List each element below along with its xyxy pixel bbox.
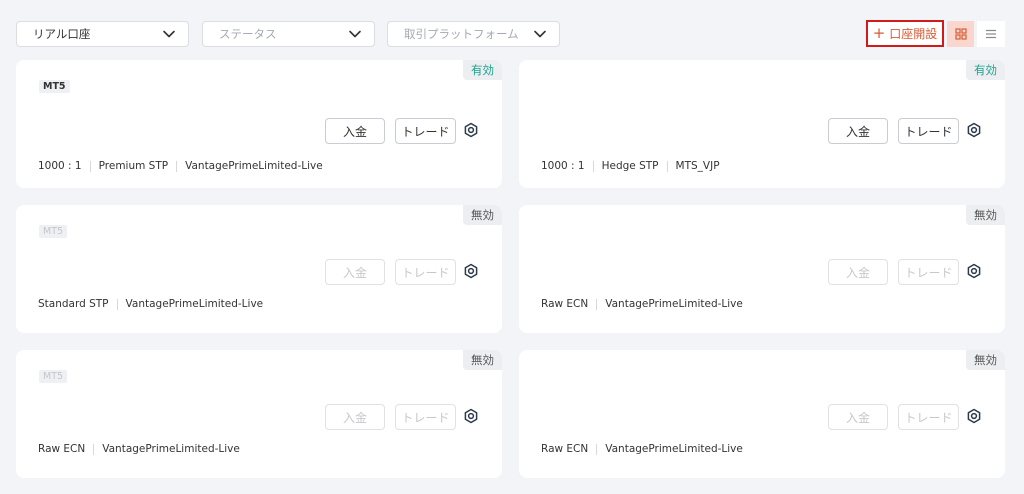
divider — [89, 160, 91, 172]
leverage: 1000 : 1 — [541, 160, 585, 172]
divider — [176, 160, 178, 172]
gear-icon[interactable] — [463, 122, 479, 138]
status-badge: 無効 — [966, 350, 1005, 370]
open-account-button[interactable]: + 口座開設 — [866, 20, 944, 47]
server-name: VantagePrimeLimited-Live — [605, 298, 743, 310]
grid-icon — [954, 28, 967, 40]
gear-icon[interactable] — [463, 408, 479, 424]
deposit-button[interactable]: 入金 — [325, 404, 385, 430]
account-card: 有効 入金 トレード 1000 : 1 Hedge STP MTS_VJP — [519, 60, 1005, 188]
account-type: Raw ECN — [38, 443, 86, 455]
account-meta: Raw ECN VantagePrimeLimited-Live — [541, 298, 743, 310]
deposit-button[interactable]: 入金 — [828, 118, 888, 144]
grid-view-toggle[interactable] — [947, 21, 974, 47]
divider — [116, 298, 118, 310]
gear-icon[interactable] — [966, 408, 982, 424]
status-badge: 無効 — [966, 205, 1005, 225]
deposit-button[interactable]: 入金 — [325, 118, 385, 144]
deposit-button[interactable]: 入金 — [325, 259, 385, 285]
platform-placeholder: 取引プラットフォーム — [404, 27, 519, 41]
account-card: 無効 入金 トレード Raw ECN VantagePrimeLimited-L… — [519, 350, 1005, 478]
open-account-label: 口座開設 — [889, 27, 938, 41]
trade-button[interactable]: トレード — [395, 118, 456, 144]
server-name: VantagePrimeLimited-Live — [102, 443, 240, 455]
account-type: Premium STP — [98, 160, 169, 172]
gear-icon[interactable] — [463, 263, 479, 279]
leverage: 1000 : 1 — [38, 160, 82, 172]
platform-tag: MT5 — [39, 80, 70, 93]
chevron-down-icon — [534, 30, 546, 38]
list-icon — [986, 29, 996, 39]
chevron-down-icon — [163, 30, 175, 38]
divider — [596, 443, 598, 455]
trade-button[interactable]: トレード — [898, 118, 959, 144]
account-meta: Raw ECN VantagePrimeLimited-Live — [541, 443, 743, 455]
account-type: Hedge STP — [601, 160, 659, 172]
trade-button[interactable]: トレード — [395, 404, 456, 430]
account-meta: 1000 : 1 Hedge STP MTS_VJP — [541, 160, 720, 172]
trade-button[interactable]: トレード — [395, 259, 456, 285]
account-card: 無効 入金 トレード Raw ECN VantagePrimeLimited-L… — [519, 205, 1005, 333]
account-meta: Standard STP VantagePrimeLimited-Live — [38, 298, 263, 310]
server-name: VantagePrimeLimited-Live — [185, 160, 323, 172]
gear-icon[interactable] — [966, 263, 982, 279]
status-badge: 無効 — [463, 350, 502, 370]
divider — [93, 443, 95, 455]
divider — [592, 160, 594, 172]
server-name: MTS_VJP — [675, 160, 720, 172]
account-card: 有効 MT5 入金 トレード 1000 : 1 Premium STP Vant… — [16, 60, 502, 188]
deposit-button[interactable]: 入金 — [828, 259, 888, 285]
divider — [666, 160, 668, 172]
account-type: Raw ECN — [541, 298, 589, 310]
status-badge: 有効 — [966, 60, 1005, 80]
status-badge: 有効 — [463, 60, 502, 80]
status-placeholder: ステータス — [219, 27, 277, 41]
account-type-value: リアル口座 — [33, 27, 91, 41]
status-badge: 無効 — [463, 205, 502, 225]
plus-icon: + — [872, 24, 886, 42]
platform-tag: MT5 — [39, 225, 68, 238]
deposit-button[interactable]: 入金 — [828, 404, 888, 430]
divider — [596, 298, 598, 310]
trade-button[interactable]: トレード — [898, 259, 959, 285]
server-name: VantagePrimeLimited-Live — [125, 298, 264, 310]
account-type-select[interactable]: リアル口座 — [16, 21, 189, 47]
list-view-toggle[interactable] — [977, 21, 1005, 47]
account-meta: 1000 : 1 Premium STP VantagePrimeLimited… — [38, 160, 323, 172]
account-type: Raw ECN — [541, 443, 589, 455]
account-meta: Raw ECN VantagePrimeLimited-Live — [38, 443, 240, 455]
trade-button[interactable]: トレード — [898, 404, 959, 430]
platform-select[interactable]: 取引プラットフォーム — [387, 21, 560, 47]
account-card: 無効 MT5 入金 トレード Raw ECN VantagePrimeLimit… — [16, 350, 502, 478]
chevron-down-icon — [349, 30, 361, 38]
gear-icon[interactable] — [966, 122, 982, 138]
platform-tag: MT5 — [39, 370, 68, 383]
server-name: VantagePrimeLimited-Live — [605, 443, 743, 455]
status-select[interactable]: ステータス — [202, 21, 375, 47]
account-card: 無効 MT5 入金 トレード Standard STP VantagePrime… — [16, 205, 502, 333]
account-type: Standard STP — [38, 298, 109, 310]
